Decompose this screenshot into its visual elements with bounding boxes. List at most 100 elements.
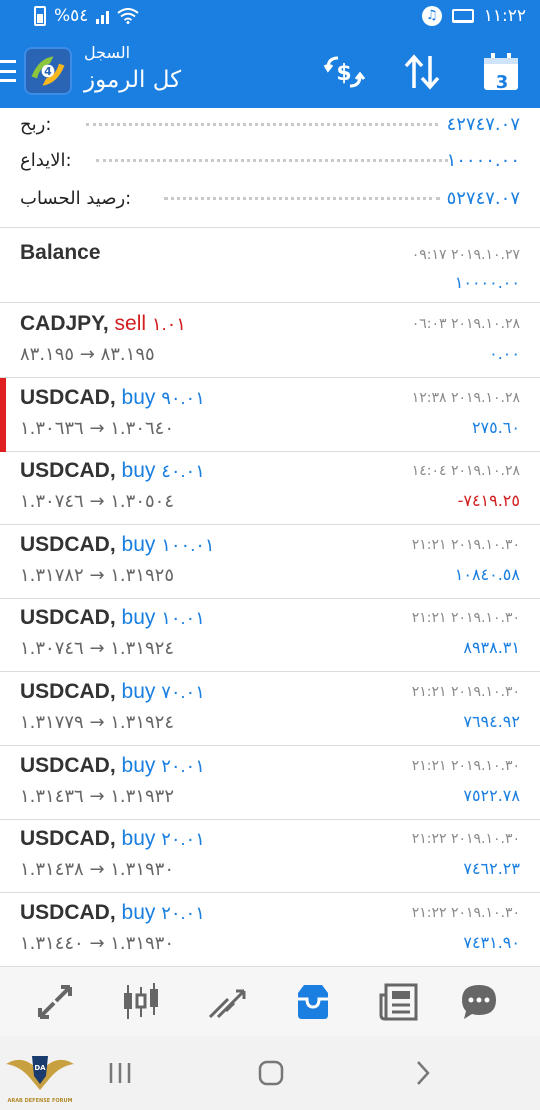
deal-volume: ٢٠.٠١ [161,829,205,849]
deal-side: buy [121,901,156,924]
account-summary: ربح: ٤٢٧٤٧.٠٧ الايداع: ١٠٠٠٠.٠٠ رصيد الح… [0,108,540,228]
signal-icon [96,8,110,24]
history-icon[interactable] [292,981,334,1023]
deal-title: USDCAD, buy ٧٠.٠١ [20,680,205,704]
deal-prices: ١.٣٠٦٤٠ → ١.٣٠٦٣٦ [20,418,174,439]
deal-symbol: USDCAD, [20,680,116,703]
deal-side: buy [121,827,156,850]
status-right: ♫ ١١:٢٢ [421,6,526,26]
deal-profit: ٧٤٣١.٩٠ [463,933,520,952]
balance-entry-amount: ١٠٠٠٠.٠٠ [454,273,520,292]
deal-title: USDCAD, buy ٢٠.٠١ [20,901,205,925]
wifi-icon [117,8,140,24]
deal-time: ٢٠١٩.١٠.٢٨ ١٢:٣٨ [411,390,520,406]
deal-prices: ١.٣١٩٢٤ → ١.٣١٧٧٩ [20,712,174,733]
news-icon[interactable] [378,981,420,1023]
deal-symbol: USDCAD, [20,533,116,556]
balance-value: ٥٢٧٤٧.٠٧ [446,188,520,209]
deal-row[interactable]: USDCAD, buy ٧٠.٠١ ١.٣١٩٢٤ → ١.٣١٧٧٩ ٢٠١٩.١… [0,672,540,746]
balance-entry[interactable]: Balance ٢٠١٩.١٠.٢٧ ٠٩:١٧ ١٠٠٠٠.٠٠ [0,229,540,303]
deal-volume: ١٠٠.٠١ [161,535,215,555]
deal-profit: -٧٤١٩.٢٥ [457,491,520,510]
deal-symbol: CADJPY, [20,312,109,335]
deal-title: USDCAD, buy ٤٠.٠١ [20,459,205,483]
metatrader-logo: 4 [24,47,72,95]
deal-profit: ٧٤٦٢.٢٣ [463,859,520,878]
deal-prices: ١.٣٠٥٠٤ → ١.٣٠٧٤٦ [20,491,174,512]
deal-time: ٢٠١٩.١٠.٣٠ ٢١:٢١ [411,758,520,774]
laptop-icon [451,9,474,23]
deal-prices: ٨٣.١٩٥ → ٨٣.١٩٥ [20,344,155,365]
deal-title: USDCAD, buy ٢٠.٠١ [20,827,205,851]
profit-label: ربح: [20,114,52,135]
dotted-leader [86,120,438,126]
recent-apps-icon[interactable] [106,1058,136,1088]
deal-prices: ١.٣١٩٣٠ → ١.٣١٤٤٠ [20,933,174,954]
deal-profit: ١٠٨٤٠.٥٨ [454,565,520,584]
deal-title: USDCAD, buy ٩٠.٠١ [20,386,205,410]
menu-icon[interactable] [0,60,16,82]
deal-volume: ١٠.٠١ [161,608,205,628]
balance-entry-label: Balance [20,241,101,264]
deal-title: USDCAD, buy ٢٠.٠١ [20,754,205,778]
deal-time: ٢٠١٩.١٠.٣٠ ٢١:٢٢ [411,905,520,921]
deposit-label: الايداع: [20,150,72,171]
deal-title: USDCAD, buy ١٠.٠١ [20,606,205,630]
chat-icon[interactable] [458,981,500,1023]
deal-profit: ٢٧٥.٦٠ [471,418,520,437]
deal-time: ٢٠١٩.١٠.٢٨ ٠٦:٠٣ [411,316,520,332]
chart-icon[interactable] [120,981,162,1023]
quotes-icon[interactable] [34,981,76,1023]
deal-row[interactable]: USDCAD, buy ٩٠.٠١ ١.٣٠٦٤٠ → ١.٣٠٦٣٦ ٢٠١٩.١… [0,378,540,452]
deal-symbol: USDCAD, [20,901,116,924]
back-icon[interactable] [408,1058,438,1088]
deal-row[interactable]: USDCAD, buy ٢٠.٠١ ١.٣١٩٣٢ → ١.٣١٤٣٦ ٢٠١٩.١… [0,746,540,820]
page-subtitle: السجل [84,43,131,62]
trade-icon[interactable] [206,981,248,1023]
deal-row[interactable]: USDCAD, buy ٤٠.٠١ ١.٣٠٥٠٤ → ١.٣٠٧٤٦ ٢٠١٩.١… [0,451,540,525]
deal-volume: ٩٠.٠١ [161,388,205,408]
deal-side: sell [114,312,147,335]
deal-symbol: USDCAD, [20,459,116,482]
app-titles: السجل كل الرموز [84,42,181,96]
deal-row[interactable]: USDCAD, buy ١٠٠.٠١ ١.٣١٩٢٥ → ١.٣١٧٨٢ ٢٠١٩.… [0,525,540,599]
deal-volume: ٤٠.٠١ [161,461,205,481]
profit-value: ٤٢٧٤٧.٠٧ [446,114,520,135]
deal-row[interactable]: USDCAD, buy ٢٠.٠١ ١.٣١٩٣٠ → ١.٣١٤٤٠ ٢٠١٩.١… [0,893,540,967]
deal-time: ٢٠١٩.١٠.٣٠ ٢١:٢١ [411,537,520,553]
deal-prices: ١.٣١٩٢٥ → ١.٣١٧٨٢ [20,565,174,586]
deal-side: buy [121,754,156,777]
app-bar: 4 السجل كل الرموز $ 3 [0,36,540,108]
deal-row[interactable]: CADJPY, sell ١.٠١ ٨٣.١٩٥ → ٨٣.١٩٥ ٢٠١٩.١٠.… [0,304,540,378]
svg-text:$: $ [336,61,351,86]
deal-profit: ٧٥٢٢.٧٨ [463,786,520,805]
dotted-leader [96,156,448,162]
deal-volume: ٧٠.٠١ [161,682,205,702]
deal-side: buy [121,606,156,629]
deal-prices: ١.٣١٩٣٠ → ١.٣١٤٣٨ [20,859,174,880]
deal-profit: ٧٦٩٤.٩٢ [463,712,520,731]
status-left: %٥٤ [34,6,140,26]
deal-volume: ١.٠١ [151,314,186,334]
deal-volume: ٢٠.٠١ [161,756,205,776]
sort-icon[interactable] [400,52,444,92]
deal-side: buy [121,680,156,703]
deal-symbol: USDCAD, [20,827,116,850]
deal-row[interactable]: USDCAD, buy ١٠.٠١ ١.٣١٩٢٤ → ١.٣٠٧٤٦ ٢٠١٩.١… [0,598,540,672]
music-icon: ♫ [421,6,442,26]
page-title[interactable]: كل الرموز [84,64,181,96]
deal-side: buy [121,386,156,409]
deal-symbol: USDCAD, [20,606,116,629]
calendar-day: 3 [495,72,509,93]
deposit-row: الايداع: ١٠٠٠٠.٠٠ [0,146,540,180]
deal-prices: ١.٣١٩٣٢ → ١.٣١٤٣٦ [20,786,174,807]
watermark-letters: DA [34,1064,46,1072]
currency-exchange-icon[interactable]: $ [322,52,366,92]
home-icon[interactable] [256,1058,286,1088]
svg-text:4: 4 [44,65,52,78]
battery-icon [34,6,46,26]
status-bar: %٥٤ ♫ ١١:٢٢ [0,0,540,36]
deal-row[interactable]: USDCAD, buy ٢٠.٠١ ١.٣١٩٣٠ → ١.٣١٤٣٨ ٢٠١٩.١… [0,819,540,893]
deal-time: ٢٠١٩.١٠.٣٠ ٢١:٢١ [411,610,520,626]
deal-volume: ٢٠.٠١ [161,903,205,923]
